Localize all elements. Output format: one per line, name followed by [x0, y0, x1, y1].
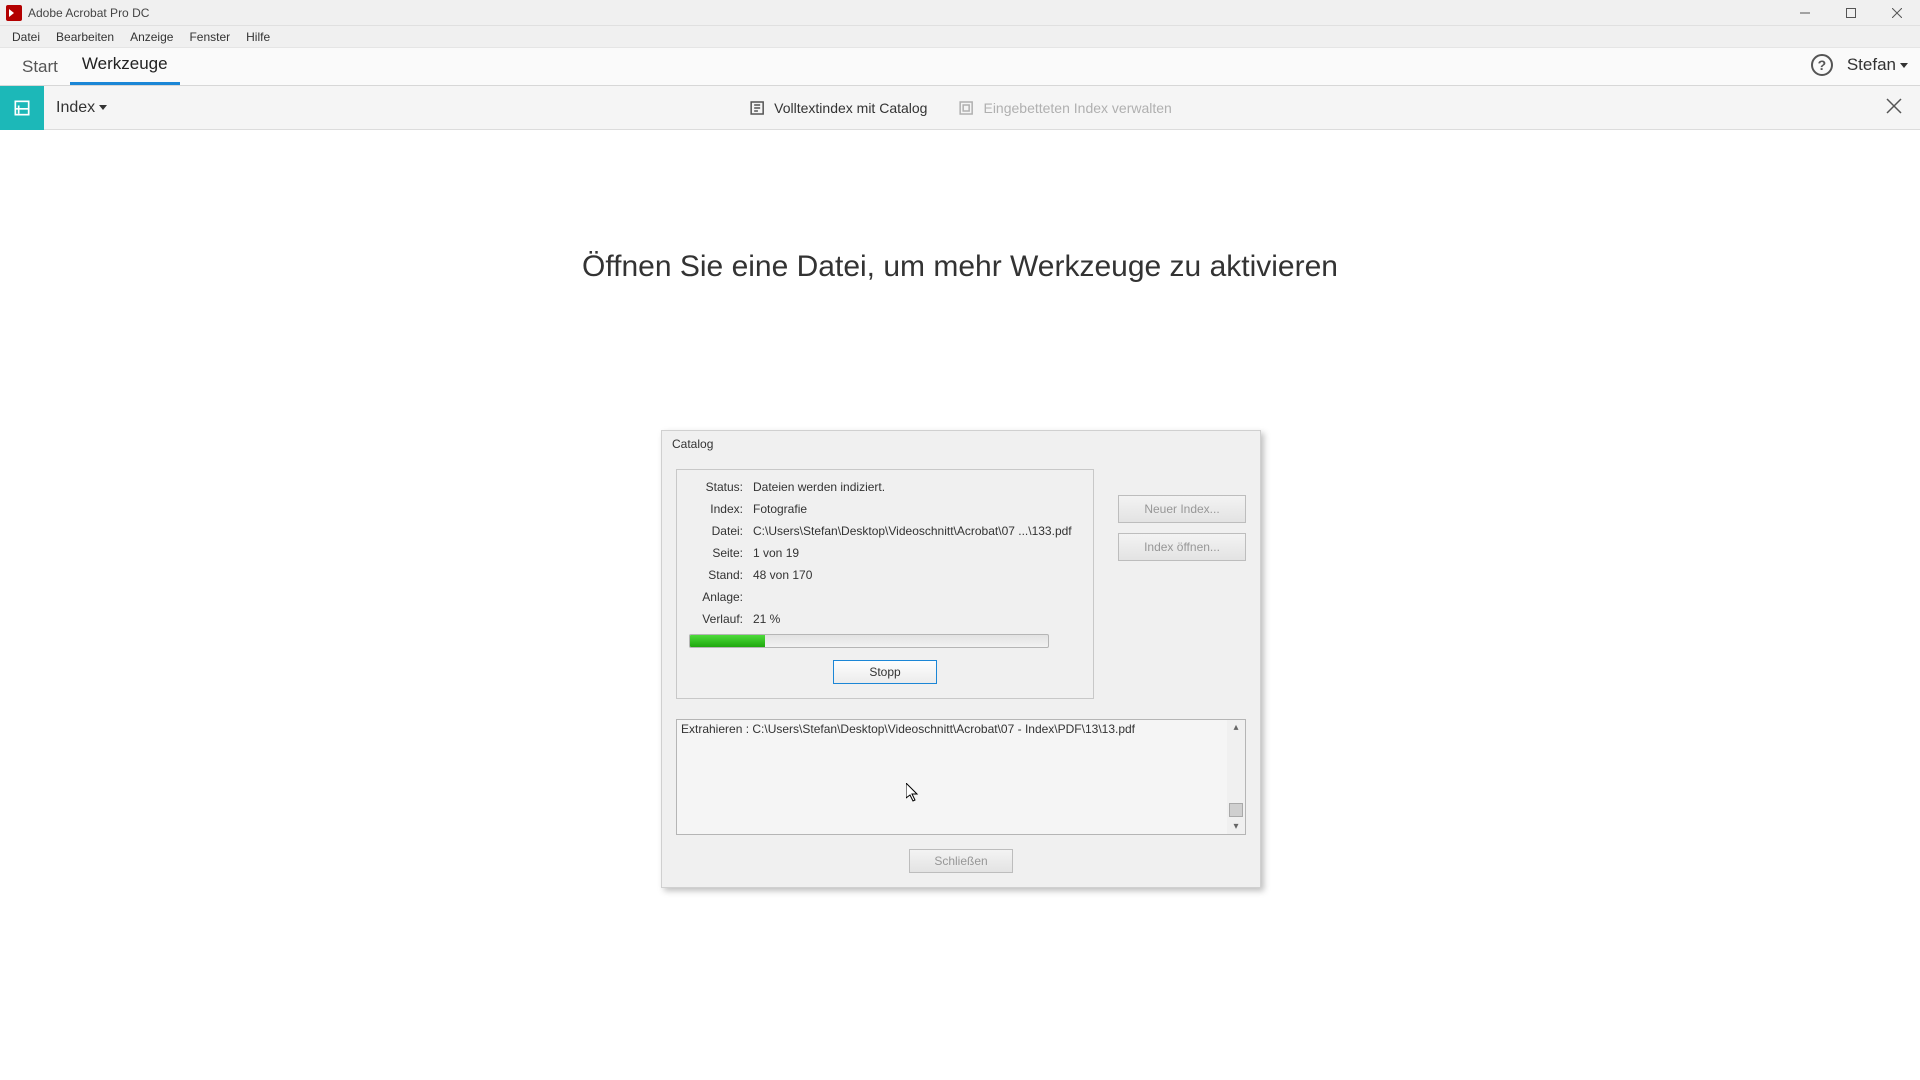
scroll-down-icon[interactable]: ▾ [1231, 819, 1240, 834]
menu-anzeige[interactable]: Anzeige [122, 28, 181, 46]
tabbar: Start Werkzeuge ? Stefan [0, 48, 1920, 86]
value-index: Fotografie [753, 502, 1081, 516]
open-index-button: Index öffnen... [1118, 533, 1246, 561]
label-seite: Seite: [689, 546, 743, 560]
label-anlage: Anlage: [689, 590, 743, 604]
tool-index-icon [0, 86, 44, 130]
close-dialog-button: Schließen [909, 849, 1013, 873]
progress-fill [690, 635, 765, 647]
action-volltextindex[interactable]: Volltextindex mit Catalog [748, 99, 927, 117]
menu-bearbeiten[interactable]: Bearbeiten [48, 28, 122, 46]
label-index: Index: [689, 502, 743, 516]
help-icon[interactable]: ? [1811, 54, 1833, 76]
catalog-icon [748, 99, 766, 117]
dialog-title: Catalog [662, 431, 1260, 457]
close-tool-button[interactable] [1886, 98, 1902, 119]
catalog-dialog: Catalog Status: Dateien werden indiziert.… [661, 430, 1261, 888]
value-datei: C:\Users\Stefan\Desktop\Videoschnitt\Acr… [753, 524, 1081, 538]
user-name: Stefan [1847, 55, 1896, 75]
label-datei: Datei: [689, 524, 743, 538]
app-title: Adobe Acrobat Pro DC [28, 6, 149, 20]
action-label: Eingebetteten Index verwalten [983, 100, 1171, 116]
label-status: Status: [689, 480, 743, 494]
progress-bar [689, 634, 1049, 648]
value-anlage [753, 590, 1081, 604]
embedded-index-icon [957, 99, 975, 117]
menu-datei[interactable]: Datei [4, 28, 48, 46]
user-menu[interactable]: Stefan [1847, 55, 1908, 75]
window-controls [1782, 0, 1920, 26]
tool-dropdown[interactable]: Index [56, 99, 107, 117]
app-icon [6, 5, 22, 21]
label-verlauf: Verlauf: [689, 612, 743, 626]
action-eingebetteten-index: Eingebetteten Index verwalten [957, 99, 1171, 117]
tab-werkzeuge[interactable]: Werkzeuge [70, 48, 180, 85]
new-index-button: Neuer Index... [1118, 495, 1246, 523]
status-panel: Status: Dateien werden indiziert. Index: F… [676, 469, 1094, 699]
log-scrollbar[interactable]: ▴ ▾ [1227, 720, 1245, 834]
tab-start[interactable]: Start [10, 51, 70, 85]
menu-fenster[interactable]: Fenster [181, 28, 238, 46]
action-label: Volltextindex mit Catalog [774, 100, 927, 116]
caret-down-icon [99, 105, 107, 110]
scroll-up-icon[interactable]: ▴ [1231, 720, 1240, 735]
tool-name-label: Index [56, 99, 95, 117]
value-stand: 48 von 170 [753, 568, 1081, 582]
log-output: Extrahieren : C:\Users\Stefan\Desktop\Vi… [676, 719, 1246, 835]
label-stand: Stand: [689, 568, 743, 582]
menu-hilfe[interactable]: Hilfe [238, 28, 278, 46]
maximize-button[interactable] [1828, 0, 1874, 26]
value-seite: 1 von 19 [753, 546, 1081, 560]
value-verlauf: 21 % [753, 612, 1081, 626]
stop-button[interactable]: Stopp [833, 660, 937, 684]
toolbar: Index Volltextindex mit Catalog Eingebet… [0, 86, 1920, 130]
menubar: Datei Bearbeiten Anzeige Fenster Hilfe [0, 26, 1920, 48]
log-line: Extrahieren : C:\Users\Stefan\Desktop\Vi… [681, 722, 1135, 736]
caret-down-icon [1900, 63, 1908, 68]
scroll-thumb[interactable] [1229, 803, 1243, 817]
minimize-button[interactable] [1782, 0, 1828, 26]
titlebar: Adobe Acrobat Pro DC [0, 0, 1920, 26]
main-area: Öffnen Sie eine Datei, um mehr Werkzeuge… [0, 250, 1920, 1080]
page-headline: Öffnen Sie eine Datei, um mehr Werkzeuge… [0, 250, 1920, 284]
close-window-button[interactable] [1874, 0, 1920, 26]
value-status: Dateien werden indiziert. [753, 480, 1081, 494]
